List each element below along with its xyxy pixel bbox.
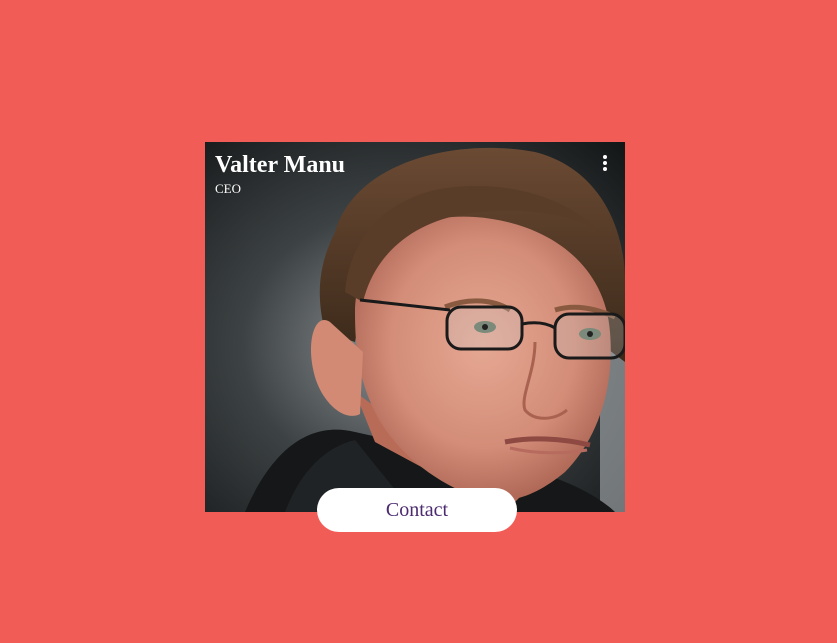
contact-button[interactable]: Contact bbox=[317, 488, 517, 532]
profile-role: CEO bbox=[215, 181, 241, 196]
profile-photo bbox=[205, 142, 625, 512]
card-header: Valter Manu CEO bbox=[215, 152, 345, 197]
profile-name: Valter Manu bbox=[215, 152, 346, 178]
page-background: Valter Manu CEO Contact bbox=[0, 0, 837, 643]
more-vertical-icon bbox=[599, 155, 611, 171]
profile-card: Valter Manu CEO bbox=[205, 142, 625, 512]
more-options-button[interactable] bbox=[599, 155, 611, 175]
